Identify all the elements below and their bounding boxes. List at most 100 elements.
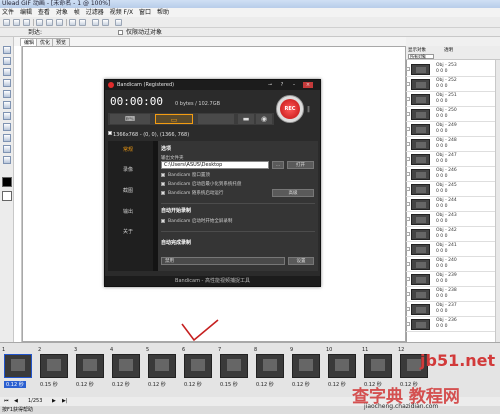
frame-item[interactable]: 10 0.12 秒 <box>326 347 359 388</box>
settings-button[interactable]: 设置 <box>288 257 314 265</box>
visibility-checkbox[interactable] <box>406 82 410 86</box>
visibility-checkbox[interactable] <box>406 127 410 131</box>
list-item[interactable]: Obj - 250 0 0 0 <box>406 107 495 122</box>
undo-icon[interactable] <box>69 19 76 26</box>
browse-button[interactable]: ... <box>272 161 284 169</box>
frame-item[interactable]: 5 0.12 秒 <box>146 347 179 388</box>
frame-item[interactable]: 7 0.15 秒 <box>218 347 251 388</box>
list-item[interactable]: Obj - 239 0 0 0 <box>406 272 495 287</box>
list-item[interactable]: Obj - 253 0 0 0 <box>406 62 495 77</box>
autostart-checkbox[interactable] <box>161 219 165 223</box>
menu-video-fx[interactable]: 视频 F/X <box>108 8 136 17</box>
pause-icon[interactable]: ‖ <box>307 106 310 113</box>
nav-video[interactable]: 录像 <box>108 165 153 175</box>
new-icon[interactable] <box>3 19 10 26</box>
lasso-tool-icon[interactable] <box>3 68 11 76</box>
visibility-checkbox[interactable] <box>406 232 410 236</box>
menu-window[interactable]: 窗口 <box>137 8 153 17</box>
only-moved-checkbox[interactable] <box>118 30 123 35</box>
list-item[interactable]: Obj - 243 0 0 0 <box>406 212 495 227</box>
screen-mode-button[interactable]: ▭ <box>155 114 193 124</box>
list-item[interactable]: Obj - 248 0 0 0 <box>406 137 495 152</box>
list-item[interactable]: Obj - 237 0 0 0 <box>406 302 495 317</box>
visibility-checkbox[interactable] <box>406 292 410 296</box>
open-folder-button[interactable]: 打开 <box>287 161 314 169</box>
visibility-checkbox[interactable] <box>406 217 410 221</box>
option-tray-checkbox[interactable] <box>161 182 165 186</box>
visibility-checkbox[interactable] <box>406 322 410 326</box>
output-folder-field[interactable]: C:\Users\ASUS\Desktop <box>161 161 269 169</box>
visibility-checkbox[interactable] <box>406 262 410 266</box>
autocomplete-select[interactable]: 禁用 <box>161 257 285 265</box>
nav-image[interactable]: 截图 <box>108 186 153 196</box>
tab-preview[interactable]: 预览 <box>52 38 71 46</box>
visibility-checkbox[interactable] <box>406 172 410 176</box>
open-icon[interactable] <box>13 19 20 26</box>
list-item[interactable]: Obj - 244 0 0 0 <box>406 197 495 212</box>
list-item[interactable]: Obj - 236 0 0 0 <box>406 317 495 332</box>
frame-item[interactable]: 11 0.12 秒 <box>362 347 395 388</box>
list-item[interactable]: Obj - 247 0 0 0 <box>406 152 495 167</box>
game-mode-button[interactable]: ⌨ <box>110 114 150 124</box>
play-icon[interactable]: ▶ <box>52 397 56 406</box>
list-item[interactable]: Obj - 242 0 0 0 <box>406 227 495 242</box>
save-icon[interactable] <box>23 19 30 26</box>
foreground-color-swatch[interactable] <box>2 177 12 187</box>
zoom-icon[interactable] <box>115 19 122 26</box>
pick-tool-icon[interactable] <box>3 46 11 54</box>
list-item[interactable]: Obj - 240 0 0 0 <box>406 257 495 272</box>
copy-icon[interactable] <box>46 19 53 26</box>
fill-tool-icon[interactable] <box>3 123 11 131</box>
help-icon[interactable]: ? <box>277 82 287 88</box>
paint-tool-icon[interactable] <box>3 101 11 109</box>
frame-item[interactable]: 6 0.12 秒 <box>182 347 215 388</box>
visibility-checkbox[interactable] <box>406 247 410 251</box>
marquee-tool-icon[interactable] <box>3 57 11 65</box>
nav-general[interactable]: 常规 <box>108 145 153 155</box>
menu-filter[interactable]: 过滤器 <box>84 8 106 17</box>
background-color-swatch[interactable] <box>2 191 12 201</box>
menu-edit[interactable]: 编辑 <box>18 8 34 17</box>
hand-tool-icon[interactable] <box>3 145 11 153</box>
dropper-tool-icon[interactable] <box>3 134 11 142</box>
delete-frame-icon[interactable] <box>102 19 109 26</box>
nav-about[interactable]: 关于 <box>108 227 153 237</box>
list-item[interactable]: Obj - 249 0 0 0 <box>406 122 495 137</box>
visibility-checkbox[interactable] <box>406 142 410 146</box>
eraser-tool-icon[interactable] <box>3 112 11 120</box>
menu-file[interactable]: 文件 <box>0 8 16 17</box>
nav-output[interactable]: 输出 <box>108 207 153 217</box>
visibility-checkbox[interactable] <box>406 187 410 191</box>
list-item[interactable]: Obj - 241 0 0 0 <box>406 242 495 257</box>
first-frame-icon[interactable]: ⏮ <box>4 397 9 406</box>
folder-icon[interactable]: ▬ <box>238 114 254 124</box>
visibility-checkbox[interactable] <box>406 307 410 311</box>
list-item[interactable]: Obj - 252 0 0 0 <box>406 77 495 92</box>
list-item[interactable]: Obj - 245 0 0 0 <box>406 182 495 197</box>
visibility-checkbox[interactable] <box>406 97 410 101</box>
close-icon[interactable]: × <box>303 82 313 88</box>
object-list-scrollbar[interactable] <box>495 60 500 342</box>
menu-help[interactable]: 帮助 <box>155 8 171 17</box>
camera-icon[interactable]: ◉ <box>256 114 272 124</box>
pin-icon[interactable]: ⊸ <box>265 82 275 88</box>
menu-view[interactable]: 查看 <box>36 8 52 17</box>
menu-object[interactable]: 对象 <box>54 8 70 17</box>
cut-icon[interactable] <box>36 19 43 26</box>
minimize-icon[interactable]: – <box>289 82 299 88</box>
device-mode-button[interactable] <box>198 114 234 124</box>
add-frame-icon[interactable] <box>92 19 99 26</box>
list-item[interactable]: Obj - 246 0 0 0 <box>406 167 495 182</box>
visibility-checkbox[interactable] <box>406 112 410 116</box>
frame-item[interactable]: 1 0.12 秒 <box>2 347 35 388</box>
advanced-button[interactable]: 高级 <box>272 189 314 197</box>
paste-icon[interactable] <box>56 19 63 26</box>
prev-frame-icon[interactable]: ◀ <box>14 397 18 406</box>
visibility-checkbox[interactable] <box>406 67 410 71</box>
option-topmost-checkbox[interactable] <box>161 173 165 177</box>
list-item[interactable]: Obj - 238 0 0 0 <box>406 287 495 302</box>
menu-frame[interactable]: 帧 <box>72 8 82 17</box>
list-item[interactable]: Obj - 251 0 0 0 <box>406 92 495 107</box>
option-startup-checkbox[interactable] <box>161 191 165 195</box>
visibility-checkbox[interactable] <box>406 157 410 161</box>
